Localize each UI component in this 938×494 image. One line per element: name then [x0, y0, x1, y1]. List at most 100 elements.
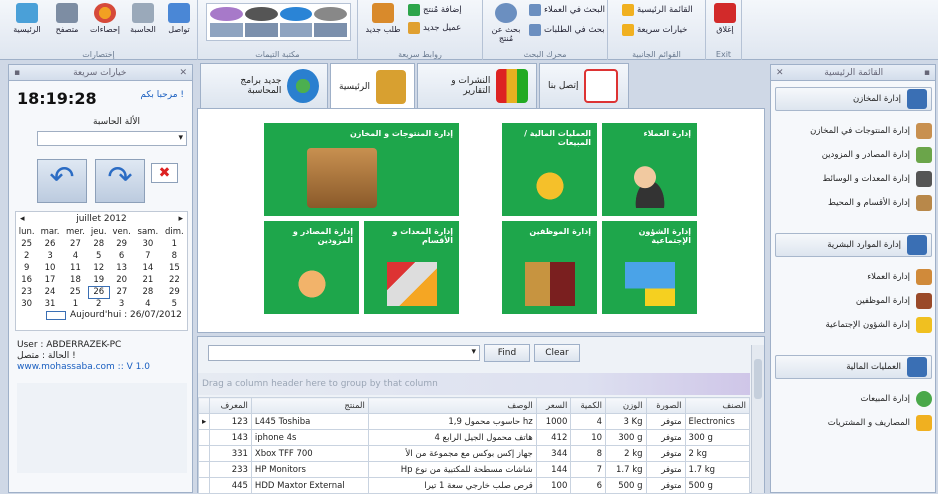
search-clients-button[interactable]: البحث في العملاء — [529, 2, 605, 17]
new-client-button[interactable]: عميل جديد — [408, 20, 461, 35]
close-button[interactable]: إغلاق — [706, 2, 744, 42]
calendar-day[interactable]: 14 — [134, 262, 162, 274]
theme-swatch[interactable] — [244, 7, 278, 21]
calendar-day[interactable]: 4 — [134, 298, 162, 310]
contact-button[interactable]: تواصل — [160, 2, 198, 42]
tile-employees[interactable]: إدارة الموظفين — [502, 221, 597, 314]
pin-icon[interactable]: ▪ — [924, 68, 930, 78]
column-header[interactable]: المعرف — [209, 397, 252, 414]
table-cell[interactable]: HDD Maxtor External — [250, 477, 369, 494]
table-cell[interactable]: 123 — [209, 413, 252, 430]
calendar-day[interactable]: 30 — [16, 298, 37, 310]
pin-icon[interactable]: ▪ — [14, 68, 20, 78]
calendar-day[interactable]: 19 — [88, 274, 109, 286]
table-cell[interactable]: 412 — [535, 429, 572, 446]
theme-swatch[interactable] — [314, 7, 347, 21]
calendar-day[interactable]: 21 — [134, 274, 162, 286]
main-menu-toggle[interactable]: القائمة الرئيسية — [622, 2, 693, 17]
table-cell[interactable]: 500 g — [684, 477, 750, 494]
calendar-day[interactable]: 20 — [109, 274, 134, 286]
cancel-button[interactable]: ✖ — [151, 163, 178, 183]
theme-swatch[interactable] — [244, 23, 278, 37]
table-cell[interactable]: 1000 — [535, 413, 572, 430]
calendar-day[interactable]: 15 — [162, 262, 187, 274]
calendar-day[interactable]: 4 — [63, 250, 88, 262]
calendar-day[interactable]: 30 — [134, 238, 162, 250]
table-cell[interactable]: 100 — [535, 477, 572, 494]
calendar-day[interactable]: 24 — [37, 286, 62, 298]
find-button[interactable]: Find — [484, 344, 530, 362]
table-cell[interactable]: 1.7 kg — [605, 461, 647, 478]
table-cell[interactable]: 500 g — [605, 477, 647, 494]
calendar-day[interactable]: 27 — [63, 238, 88, 250]
table-cell[interactable]: 331 — [209, 445, 252, 462]
calendar-day[interactable]: 29 — [109, 238, 134, 250]
tab-home[interactable]: الرئيسية — [330, 63, 415, 110]
scrollbar-thumb[interactable] — [754, 359, 762, 399]
section-warehouses[interactable]: إدارة المخازن — [775, 87, 932, 111]
table-cell[interactable]: حاسوب محمول 1,9 hz — [367, 413, 537, 430]
calendar-day[interactable]: 10 — [37, 262, 62, 274]
calendar-day[interactable]: 1 — [63, 298, 88, 310]
calendar-day[interactable]: 3 — [37, 250, 62, 262]
section-finance[interactable]: العمليات المالية — [775, 355, 932, 379]
redo-button[interactable]: ↷ — [95, 159, 145, 203]
tile-equipment[interactable]: إدارة المعدات و الأقسام — [364, 221, 459, 314]
quick-options-toggle[interactable]: خيارات سريعة — [622, 22, 687, 37]
table-cell[interactable]: 7 — [570, 461, 607, 478]
calculator-button[interactable]: الحاسبة — [124, 2, 162, 42]
table-row[interactable]: 445 HDD Maxtor External قرص صلب خارجي سعة … — [198, 477, 750, 494]
table-cell[interactable]: Electronics — [684, 413, 750, 430]
column-header[interactable]: الصنف — [684, 397, 750, 414]
table-cell[interactable]: متوفر — [645, 461, 686, 478]
grid-search-input[interactable]: ▾ — [208, 345, 480, 361]
table-row[interactable]: 233 HP Monitors Hp شاشات مسطحة للمكتبية من… — [198, 461, 750, 478]
calendar-day[interactable]: 23 — [16, 286, 37, 298]
menu-item-employees[interactable]: إدارة الموظفين — [777, 291, 932, 311]
table-cell[interactable]: 300 g — [605, 429, 647, 446]
table-cell[interactable]: 143 — [209, 429, 252, 446]
calendar-day[interactable]: 5 — [88, 250, 109, 262]
theme-swatch[interactable] — [210, 7, 243, 21]
menu-item-expenses[interactable]: المصاريف و المشتريات — [777, 413, 932, 433]
menu-item-suppliers[interactable]: إدارة المصادر و المزودين — [777, 145, 932, 165]
tab-contact[interactable]: إتصل بنا — [539, 63, 629, 108]
column-header[interactable]: الوزن — [605, 397, 647, 414]
calendar-day[interactable]: 6 — [109, 250, 134, 262]
calendar-day[interactable]: 28 — [88, 238, 109, 250]
next-month-button[interactable]: ▸ — [178, 214, 183, 224]
theme-swatch[interactable] — [279, 7, 313, 21]
calendar-day[interactable]: 16 — [16, 274, 37, 286]
menu-item-clients[interactable]: إدارة العملاء — [777, 267, 932, 287]
calendar-day[interactable]: 22 — [162, 274, 187, 286]
table-cell[interactable]: متوفر — [645, 413, 686, 430]
close-icon[interactable]: ✕ — [776, 68, 784, 78]
tab-reports[interactable]: النشرات و التقارير — [417, 63, 537, 108]
table-cell[interactable]: 10 — [570, 429, 607, 446]
table-cell[interactable]: قرص صلب خارجي سعة 1 تيرا — [367, 477, 537, 494]
calendar-day[interactable]: 25 — [16, 238, 37, 250]
table-cell[interactable]: متوفر — [645, 445, 686, 462]
search-orders-button[interactable]: بحث في الطلبات — [529, 22, 605, 37]
today-button[interactable]: Aujourd'hui : 26/07/2012 — [70, 310, 182, 320]
table-cell[interactable]: Xbox TFF 700 — [250, 445, 369, 462]
calendar-day[interactable]: 13 — [109, 262, 134, 274]
calendar-day[interactable]: 28 — [134, 286, 162, 298]
calendar-day[interactable]: 2 — [88, 298, 109, 310]
table-cell[interactable]: 233 — [209, 461, 252, 478]
tile-clients[interactable]: إدارة العملاء — [602, 123, 697, 216]
close-icon[interactable]: ✕ — [179, 68, 187, 78]
stats-button[interactable]: إحصاءات — [86, 2, 124, 42]
table-cell[interactable]: Hp شاشات مسطحة للمكتبية من نوع — [367, 461, 537, 478]
menu-item-sales[interactable]: إدارة المبيعات — [777, 389, 932, 409]
table-cell[interactable]: 4 — [570, 413, 607, 430]
table-cell[interactable]: هاتف محمول الجيل الرابع 4 — [367, 429, 537, 446]
calendar-day[interactable]: 12 — [88, 262, 109, 274]
column-header[interactable]: الكمية — [570, 397, 607, 414]
table-cell[interactable]: 3 Kg — [605, 413, 647, 430]
calendar-day[interactable]: 25 — [63, 286, 88, 298]
theme-swatch[interactable] — [210, 23, 243, 37]
menu-item-equipment[interactable]: إدارة المعدات و الوسائط — [777, 169, 932, 189]
menu-item-departments[interactable]: إدارة الأقسام و المحيط — [777, 193, 932, 213]
table-cell[interactable]: 8 — [570, 445, 607, 462]
